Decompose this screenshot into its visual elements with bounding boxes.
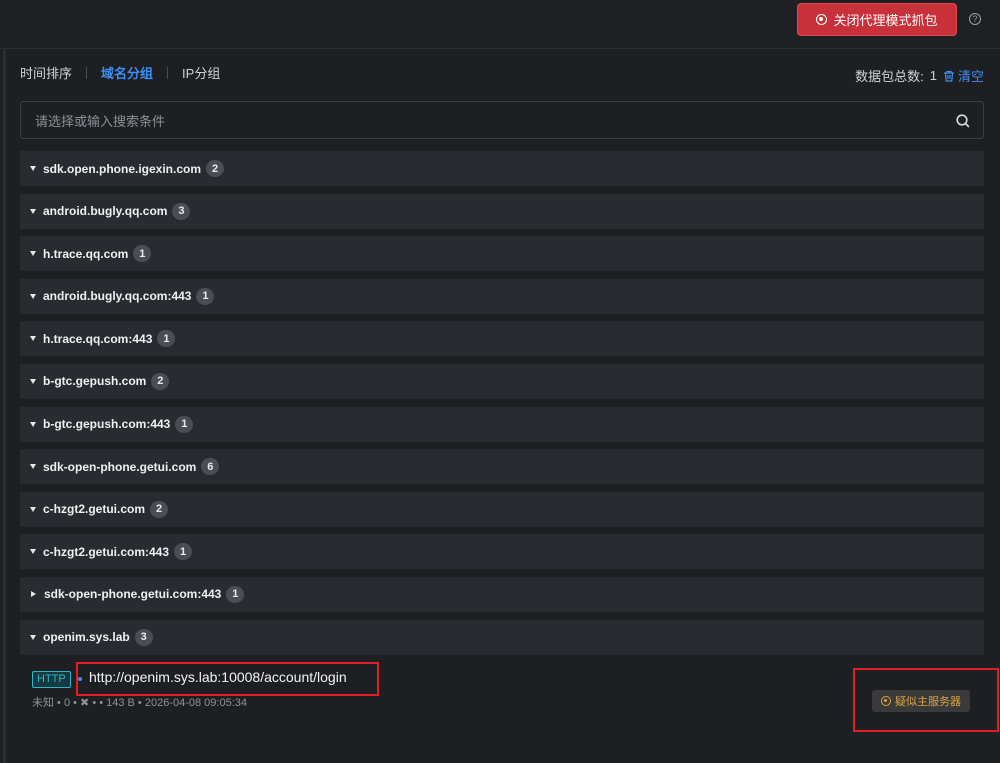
tab-ip-group[interactable]: IP分组	[182, 63, 220, 82]
count-badge: 1	[196, 287, 215, 305]
domain-group-row[interactable]: h.trace.qq.com 1	[20, 236, 984, 272]
domain-group-row[interactable]: h.trace.qq.com:443 1	[20, 321, 984, 357]
suspected-server-tag[interactable]: 疑似主服务器	[872, 690, 970, 712]
caret-down-icon	[30, 506, 36, 512]
domain-group-row[interactable]: b-gtc.gepush.com 2	[20, 363, 984, 399]
domain-group-row[interactable]: android.bugly.qq.com 3	[20, 193, 984, 229]
domain-group-row[interactable]: openim.sys.lab 3	[20, 619, 984, 655]
top-toolbar: 关闭代理模式抓包 ?	[0, 0, 1000, 49]
domain-name: h.trace.qq.com:443	[43, 331, 153, 346]
url-highlight-box	[76, 662, 379, 696]
packet-total-label: 数据包总数:	[855, 69, 924, 84]
clear-button[interactable]: 清空	[943, 66, 984, 85]
caret-down-icon	[30, 166, 36, 171]
record-stop-icon	[816, 14, 828, 25]
domain-name: openim.sys.lab	[43, 630, 130, 645]
domain-name: android.bugly.qq.com	[43, 204, 168, 219]
domain-group-row[interactable]: c-hzgt2.getui.com:443 1	[20, 534, 984, 570]
request-meta: 未知 • 0 • ✖ • • 143 B • 2026-04-08 09:05:…	[32, 697, 247, 709]
trash-icon	[943, 70, 954, 82]
count-badge: 1	[226, 585, 245, 603]
domain-group-row[interactable]: android.bugly.qq.com:443 1	[20, 278, 984, 314]
caret-down-icon	[30, 251, 36, 257]
domain-group-row[interactable]: b-gtc.gepush.com:443 1	[20, 406, 984, 442]
domain-group-row[interactable]: sdk-open-phone.getui.com:443 1	[20, 576, 984, 612]
tab-separator	[167, 66, 169, 79]
domain-name: b-gtc.gepush.com	[43, 374, 147, 389]
caret-down-icon	[30, 421, 36, 427]
protocol-badge: HTTP	[32, 671, 71, 688]
domain-group-row[interactable]: c-hzgt2.getui.com 2	[20, 491, 984, 527]
count-badge: 1	[175, 415, 194, 433]
domain-name: sdk.open.phone.igexin.com	[43, 161, 202, 176]
domain-group-list: sdk.open.phone.igexin.com 2 android.bugl…	[20, 151, 984, 662]
sort-tabs: 时间排序 域名分组 IP分组	[20, 63, 220, 82]
stop-proxy-capture-button[interactable]: 关闭代理模式抓包	[797, 3, 957, 36]
tab-time-sort[interactable]: 时间排序	[20, 63, 72, 82]
help-icon[interactable]: ?	[969, 13, 981, 25]
caret-right-icon	[31, 591, 36, 598]
search-input[interactable]	[33, 102, 937, 140]
domain-name: b-gtc.gepush.com:443	[43, 417, 171, 432]
target-icon	[881, 696, 891, 706]
caret-down-icon	[30, 336, 36, 342]
domain-name: c-hzgt2.getui.com:443	[43, 544, 170, 559]
packet-total: 数据包总数: 1 清空	[855, 66, 984, 85]
caret-down-icon	[30, 293, 36, 299]
count-badge: 3	[134, 628, 153, 646]
tab-domain-group[interactable]: 域名分组	[101, 63, 153, 82]
count-badge: 1	[157, 330, 176, 348]
count-badge: 3	[172, 202, 191, 220]
domain-name: sdk-open-phone.getui.com:443	[44, 587, 222, 602]
caret-down-icon	[30, 208, 36, 214]
domain-name: c-hzgt2.getui.com	[43, 502, 146, 517]
caret-down-icon	[30, 378, 36, 384]
suspected-server-label: 疑似主服务器	[895, 696, 961, 708]
count-badge: 6	[201, 458, 220, 476]
count-badge: 2	[206, 160, 225, 177]
search-icon[interactable]	[955, 113, 971, 129]
clear-label: 清空	[957, 69, 984, 84]
count-badge: 1	[133, 245, 152, 263]
domain-name: sdk-open-phone.getui.com	[43, 459, 197, 474]
count-badge: 2	[150, 500, 169, 518]
domain-name: android.bugly.qq.com:443	[43, 289, 192, 304]
domain-group-row[interactable]: sdk.open.phone.igexin.com 2	[20, 151, 984, 186]
count-badge: 1	[174, 543, 193, 561]
search-box	[20, 101, 984, 140]
tab-separator	[86, 66, 88, 79]
count-badge: 2	[151, 372, 170, 390]
packet-total-value: 1	[929, 68, 937, 83]
stop-proxy-capture-label: 关闭代理模式抓包	[833, 13, 938, 28]
domain-name: h.trace.qq.com	[43, 246, 129, 261]
caret-down-icon	[30, 634, 36, 640]
domain-group-row[interactable]: sdk-open-phone.getui.com 6	[20, 449, 984, 485]
caret-down-icon	[30, 549, 36, 555]
caret-down-icon	[30, 464, 36, 470]
